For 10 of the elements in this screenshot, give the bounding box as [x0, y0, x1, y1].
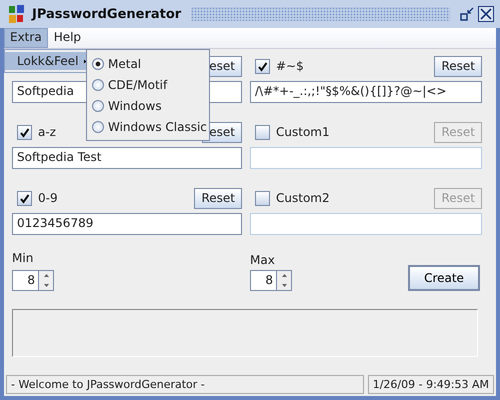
checkbox-label: Custom1 [276, 125, 330, 139]
window-title: JPasswordGenerator [32, 6, 182, 22]
checkbox-label: Custom2 [276, 191, 330, 205]
checkbox-label: a-z [38, 125, 56, 139]
max-label: Max [250, 253, 275, 267]
checkbox-label: 0-9 [38, 191, 58, 205]
status-message: - Welcome to JPasswordGenerator - [6, 375, 364, 394]
checkbox-label: #~$ [276, 59, 304, 73]
min-label: Min [12, 251, 34, 265]
status-time: 1/26/09 - 9:49:53 AM [368, 375, 494, 394]
